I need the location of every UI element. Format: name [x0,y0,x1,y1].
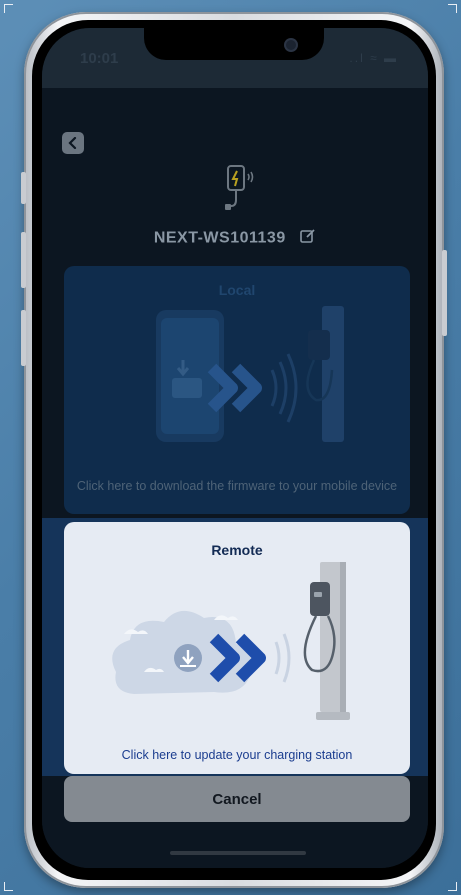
camera-icon [286,40,296,50]
notch [144,28,324,60]
frame-corner [4,4,13,13]
remote-update-illustration [112,562,350,720]
frame-corner [448,882,457,891]
phone-screen: 10:01 ..l ≈ ▬ NEXT-WS101139 Local Click … [42,28,428,868]
chevron-left-icon [68,137,77,149]
home-indicator [170,851,306,855]
status-time: 10:01 [80,50,119,67]
device-title-row: NEXT-WS101139 [42,228,428,249]
side-button [21,310,26,366]
remote-option-caption: Click here to update your charging stati… [121,748,353,762]
back-button[interactable] [62,132,84,154]
local-download-illustration [156,306,344,442]
edit-icon[interactable] [300,228,316,249]
side-button [21,232,26,288]
frame-corner [448,4,457,13]
device-name: NEXT-WS101139 [153,229,286,247]
cancel-button[interactable]: Cancel [64,776,410,822]
status-icons: ..l ≈ ▬ [349,51,398,65]
app-area: NEXT-WS101139 Local Click here to downlo… [42,88,428,868]
remote-option-card[interactable]: Remote Click here to update your chargin… [64,522,410,774]
frame-corner [4,882,13,891]
charger-wifi-icon [225,165,254,210]
local-option-card[interactable]: Local Click here to download the firmwar… [64,266,410,514]
local-option-caption: Click here to download the firmware to y… [76,479,398,493]
side-button [442,250,447,336]
side-button [21,172,26,204]
